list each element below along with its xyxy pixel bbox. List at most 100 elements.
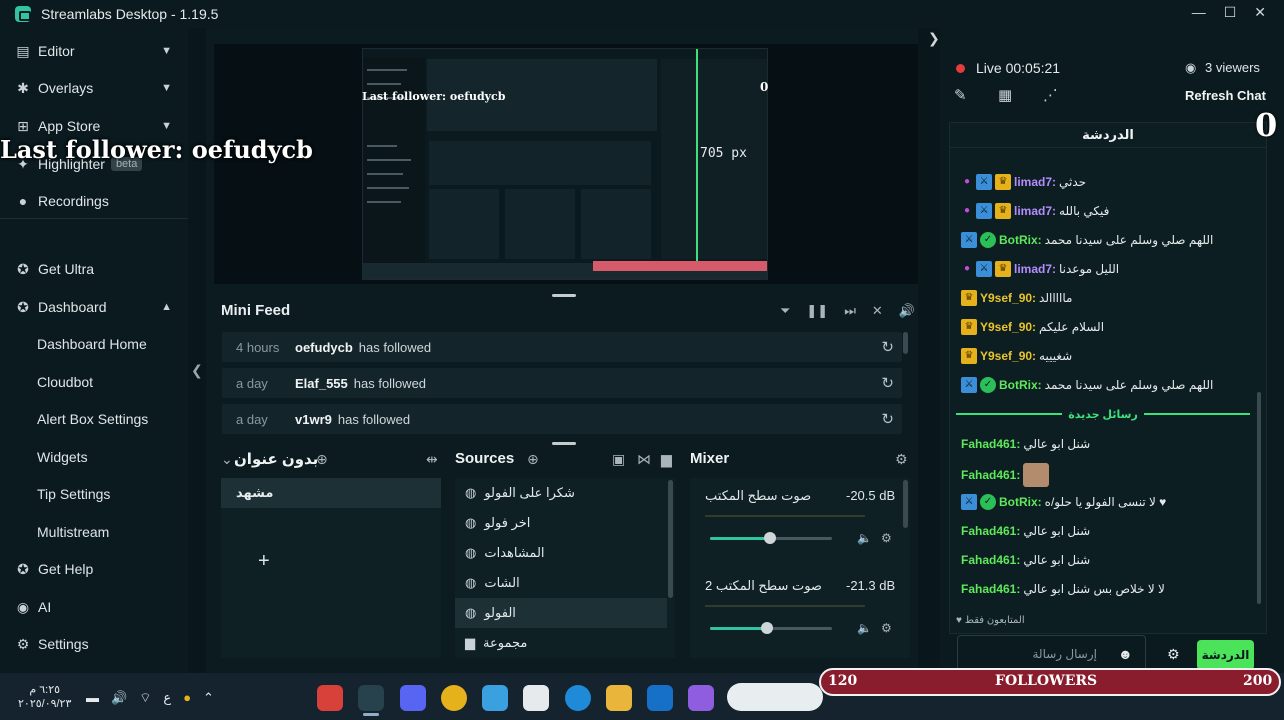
sidebar-item-get-help[interactable]: ✪ Get Help [0,551,188,587]
chat-nick[interactable]: Y9sef_90: [980,320,1036,334]
minimize-icon[interactable]: — [1192,4,1206,21]
pause-icon[interactable]: ❚❚ [806,303,828,319]
chat-nick[interactable]: Fahad461: [961,468,1020,482]
chevron-right-icon[interactable]: ❯ [928,30,940,47]
chat-nick[interactable]: limad7: [1014,175,1056,189]
scenes-title[interactable]: بدون عنوان [234,450,318,468]
sidebar-item-cloudbot[interactable]: Cloudbot [0,364,188,400]
mixer-channel-name: صوت سطح المكتب 2 [705,578,822,593]
skip-icon[interactable]: ⏭ [844,303,856,319]
chat-nick[interactable]: BotRix: [999,495,1042,509]
chat-nick[interactable]: Y9sef_90: [980,349,1036,363]
transition-icon[interactable]: ⇹ [426,451,438,468]
discord-app-icon[interactable] [400,685,426,711]
capture-line [367,83,401,85]
chat-nick[interactable]: Fahad461: [961,524,1020,538]
chat-nick[interactable]: BotRix: [999,378,1042,392]
sidebar-item-get-ultra[interactable]: ✪ Get Ultra [0,251,188,287]
sidebar-item-recordings[interactable]: ● Recordings [0,183,188,219]
add-scene-icon[interactable]: ⊕ [316,451,328,468]
microsoft365-app-icon[interactable] [482,685,508,711]
camera-icon[interactable]: ▦ [998,86,1012,104]
source-item[interactable]: ◍ الشات [455,568,667,598]
source-item[interactable]: ◍ المشاهدات [455,538,667,568]
sidebar-item-alert-box-settings[interactable]: Alert Box Settings [0,401,188,437]
mute-alerts-icon[interactable]: ✕ [872,303,883,319]
edge-app-icon[interactable] [565,685,591,711]
source-item-selected[interactable]: ◍ الفولو [455,598,667,628]
gear-icon[interactable]: ⚙ [881,531,892,545]
scene-item[interactable]: مشهد [221,478,441,508]
gear-icon[interactable]: ⚙ [881,621,892,635]
source-audio-icon[interactable]: ⋈ [637,451,651,468]
sidebar-item-ai[interactable]: ◉ AI [0,589,188,625]
sidebar-item-editor[interactable]: ▤ Editor ▼ [0,33,188,69]
sidebar-item-label: Tip Settings [37,486,111,502]
source-item[interactable]: ◍ اخر فولو [455,508,667,538]
store-app-icon[interactable] [523,685,549,711]
chat-nick[interactable]: Fahad461: [961,582,1020,596]
sources-scrollbar[interactable] [668,480,673,598]
sidebar-item-tip-settings[interactable]: Tip Settings [0,476,188,512]
tray-chevron-up-icon[interactable]: ⌃ [203,690,214,706]
chat-send-button[interactable]: الدردشة [1197,640,1254,670]
sidebar-item-dashboard-home[interactable]: Dashboard Home [0,326,188,362]
replay-icon[interactable]: ↻ [881,410,894,428]
volume-icon[interactable]: 🔊 [111,690,127,706]
last-follower-overlay: Last follower: oefudycb [0,135,313,164]
collapse-sidebar-icon[interactable]: ❮ [191,362,203,379]
chat-settings-icon[interactable]: ⚙ [1167,646,1180,663]
refresh-chat-button[interactable]: Refresh Chat [1185,88,1266,103]
wifi-icon[interactable]: ⌔ [139,690,151,706]
speaker-icon[interactable]: 🔈 [857,621,872,635]
battery-icon[interactable]: ▬ [86,690,99,706]
chat-nick[interactable]: limad7: [1014,262,1056,276]
share-icon[interactable]: ⋰ [1043,86,1058,104]
chevron-down-icon[interactable]: ⌄ [221,451,233,468]
edit-icon[interactable]: ✎ [954,86,967,104]
language-indicator[interactable]: ع [163,690,171,706]
chat-scrollbar[interactable] [1257,392,1261,604]
chrome-app-icon[interactable] [441,685,467,711]
sidebar-item-widgets[interactable]: Widgets [0,439,188,475]
volume-slider-knob[interactable] [764,532,776,544]
microphone-icon[interactable]: ● [183,690,191,706]
mixer-scrollbar[interactable] [903,480,908,528]
taskbar-clock[interactable]: ٦:٢٥ م ٢٠٢٥/٠٩/٢٣ [18,683,71,711]
chat-nick[interactable]: BotRix: [999,233,1042,247]
mixer-channel-name: صوت سطح المكتب [705,488,812,503]
volume-slider-knob[interactable] [761,622,773,634]
volume-icon[interactable]: 🔊 [899,303,915,319]
copilot-app-icon[interactable] [688,685,714,711]
minifeed-scrollbar[interactable] [903,332,908,354]
taskbar-search-box[interactable] [727,683,823,711]
resize-handle[interactable] [552,294,576,297]
emoji-icon[interactable]: ☻ [1118,646,1133,662]
chat-nick[interactable]: Fahad461: [961,553,1020,567]
outlook-app-icon[interactable] [647,685,673,711]
replay-icon[interactable]: ↻ [881,374,894,392]
replay-icon[interactable]: ↻ [881,338,894,356]
source-screen-icon[interactable]: ▣ [612,451,625,468]
add-source-icon[interactable]: ⊕ [527,451,539,468]
streamlabs-app-icon[interactable] [358,685,384,711]
source-folder-icon[interactable]: ▆ [661,451,672,468]
chrome-app-icon[interactable] [317,685,343,711]
chat-nick[interactable]: limad7: [1014,204,1056,218]
resize-handle[interactable] [552,442,576,445]
chat-nick[interactable]: Fahad461: [961,437,1020,451]
sidebar-item-dashboard[interactable]: ✪ Dashboard ▲ [0,289,188,325]
filter-icon[interactable]: ⏷ [780,303,790,319]
sidebar-item-multistream[interactable]: Multistream [0,514,188,550]
chat-nick[interactable]: Y9sef_90: [980,291,1036,305]
source-item[interactable]: ▆ مجموعة [455,628,667,658]
close-icon[interactable]: ✕ [1254,4,1266,21]
file-explorer-app-icon[interactable] [606,685,632,711]
editor-icon: ▤ [16,42,30,59]
sidebar-item-overlays[interactable]: ✱ Overlays ▼ [0,70,188,106]
speaker-icon[interactable]: 🔈 [857,531,872,545]
sidebar-item-settings[interactable]: ⚙ Settings [0,626,188,662]
mixer-settings-icon[interactable]: ⚙ [895,451,908,468]
source-item[interactable]: ◍ شكرا على الفولو [455,478,667,508]
maximize-icon[interactable]: ☐ [1224,4,1237,21]
